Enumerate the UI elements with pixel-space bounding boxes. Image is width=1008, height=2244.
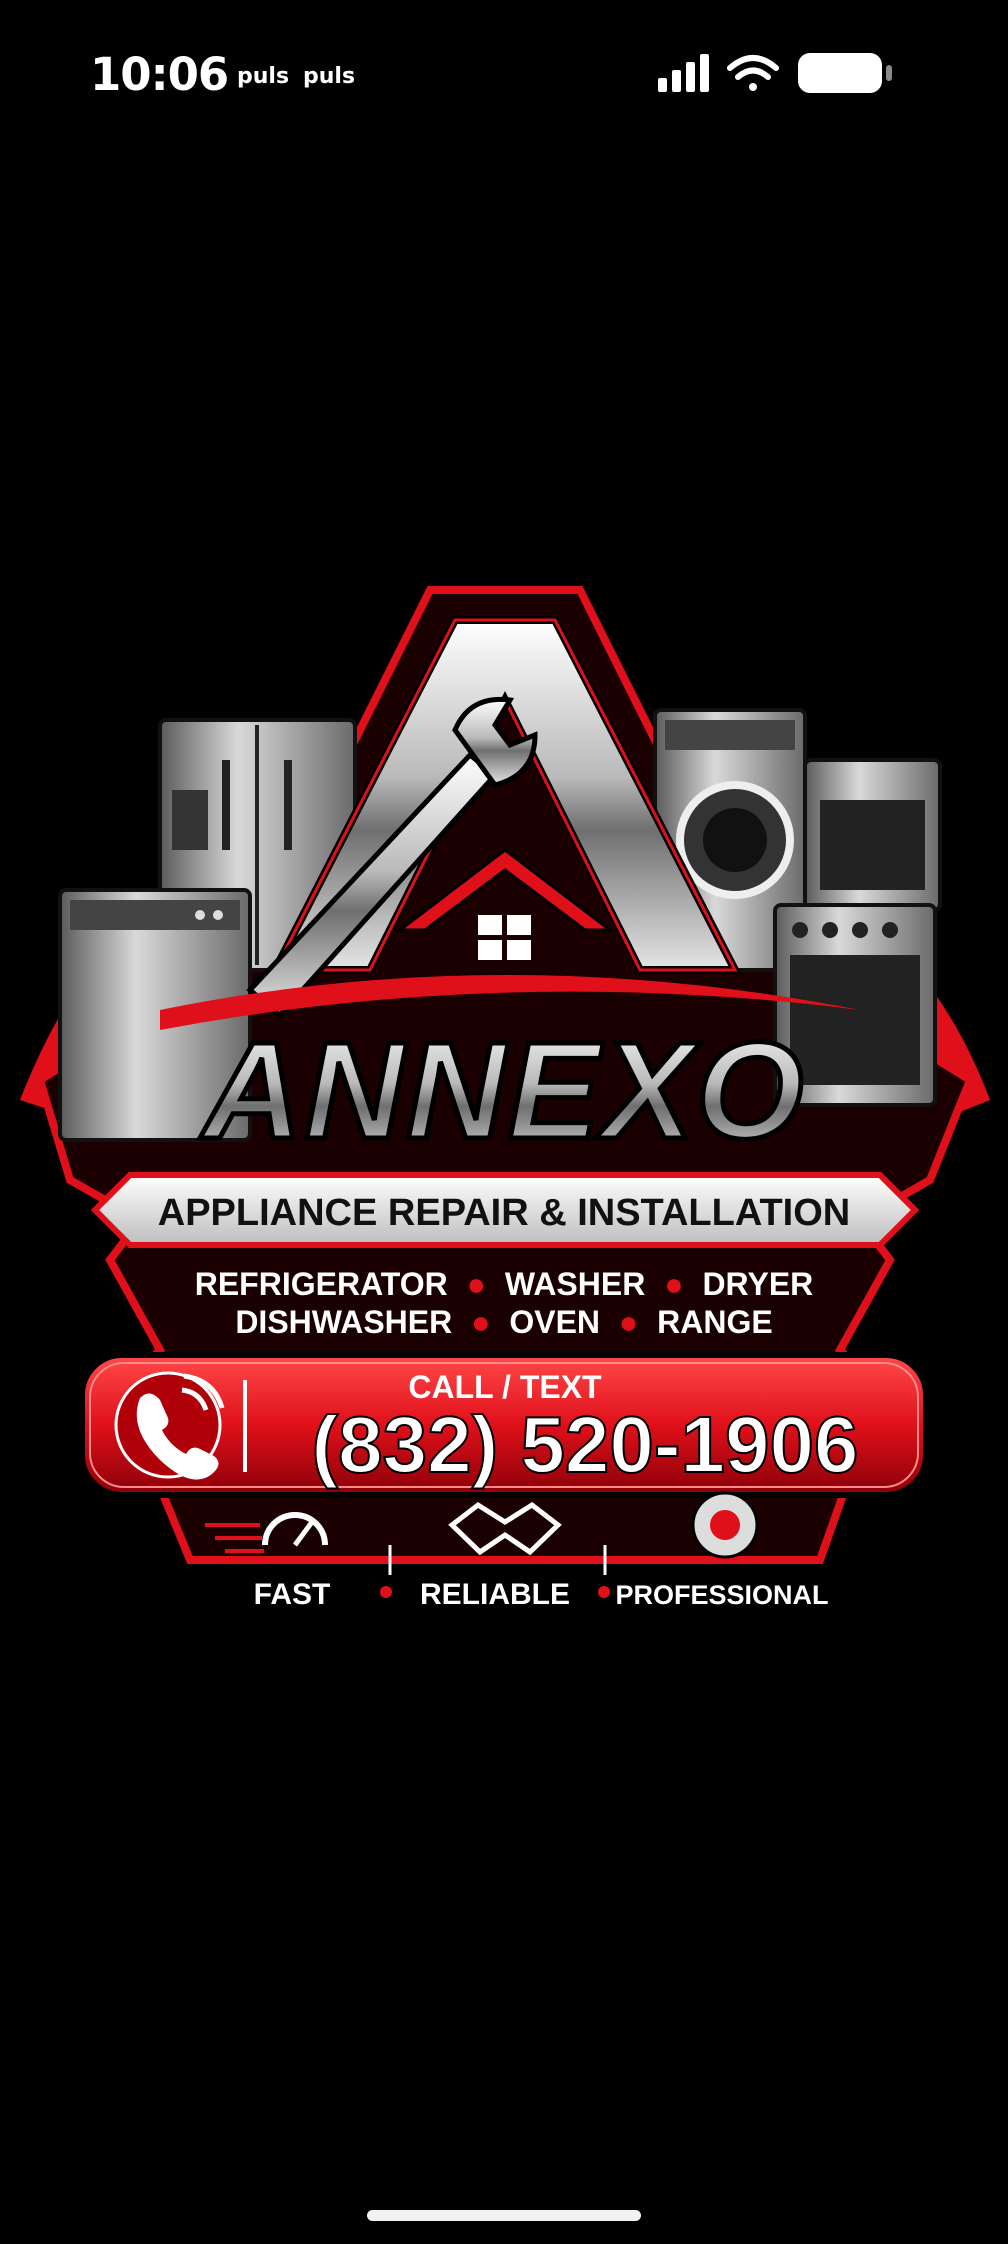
status-time: 10:06	[90, 48, 229, 101]
status-icons	[658, 53, 892, 93]
annexo-logo: ANNEXO APPLIANCE REPAIR & INSTALLATION R…	[0, 560, 1008, 1660]
feature-reliable: RELIABLE	[420, 1578, 570, 1611]
service-dishwasher: DISHWASHER	[235, 1304, 452, 1340]
logo-graphic: ANNEXO APPLIANCE REPAIR & INSTALLATION R…	[20, 586, 990, 1611]
service-refrigerator: REFRIGERATOR	[195, 1266, 448, 1302]
phone-number[interactable]: (832) 520-1906	[310, 1399, 859, 1490]
feature-fast: FAST	[254, 1578, 331, 1611]
wifi-icon	[727, 55, 779, 91]
service-dryer: DRYER	[702, 1266, 813, 1302]
home-indicator[interactable]	[367, 2210, 641, 2221]
oven-icon	[803, 758, 942, 912]
service-washer: WASHER	[505, 1266, 645, 1302]
carrier-label-2: puls	[303, 64, 356, 89]
service-oven: OVEN	[509, 1304, 600, 1340]
phone-icon	[114, 1371, 225, 1480]
signal-bars-icon	[658, 54, 709, 92]
carrier-label-1: puls	[237, 64, 290, 89]
battery-icon	[798, 53, 892, 93]
status-bar: 10:06 puls puls	[0, 0, 1008, 150]
feature-professional: PROFESSIONAL	[615, 1580, 828, 1610]
brand-name: ANNEXO	[200, 1014, 805, 1168]
services-line-1: REFRIGERATOR ● WASHER ● DRYER	[195, 1266, 814, 1302]
tagline: APPLIANCE REPAIR & INSTALLATION	[158, 1192, 850, 1234]
gear-icon	[691, 1491, 759, 1559]
service-range: RANGE	[657, 1304, 773, 1340]
